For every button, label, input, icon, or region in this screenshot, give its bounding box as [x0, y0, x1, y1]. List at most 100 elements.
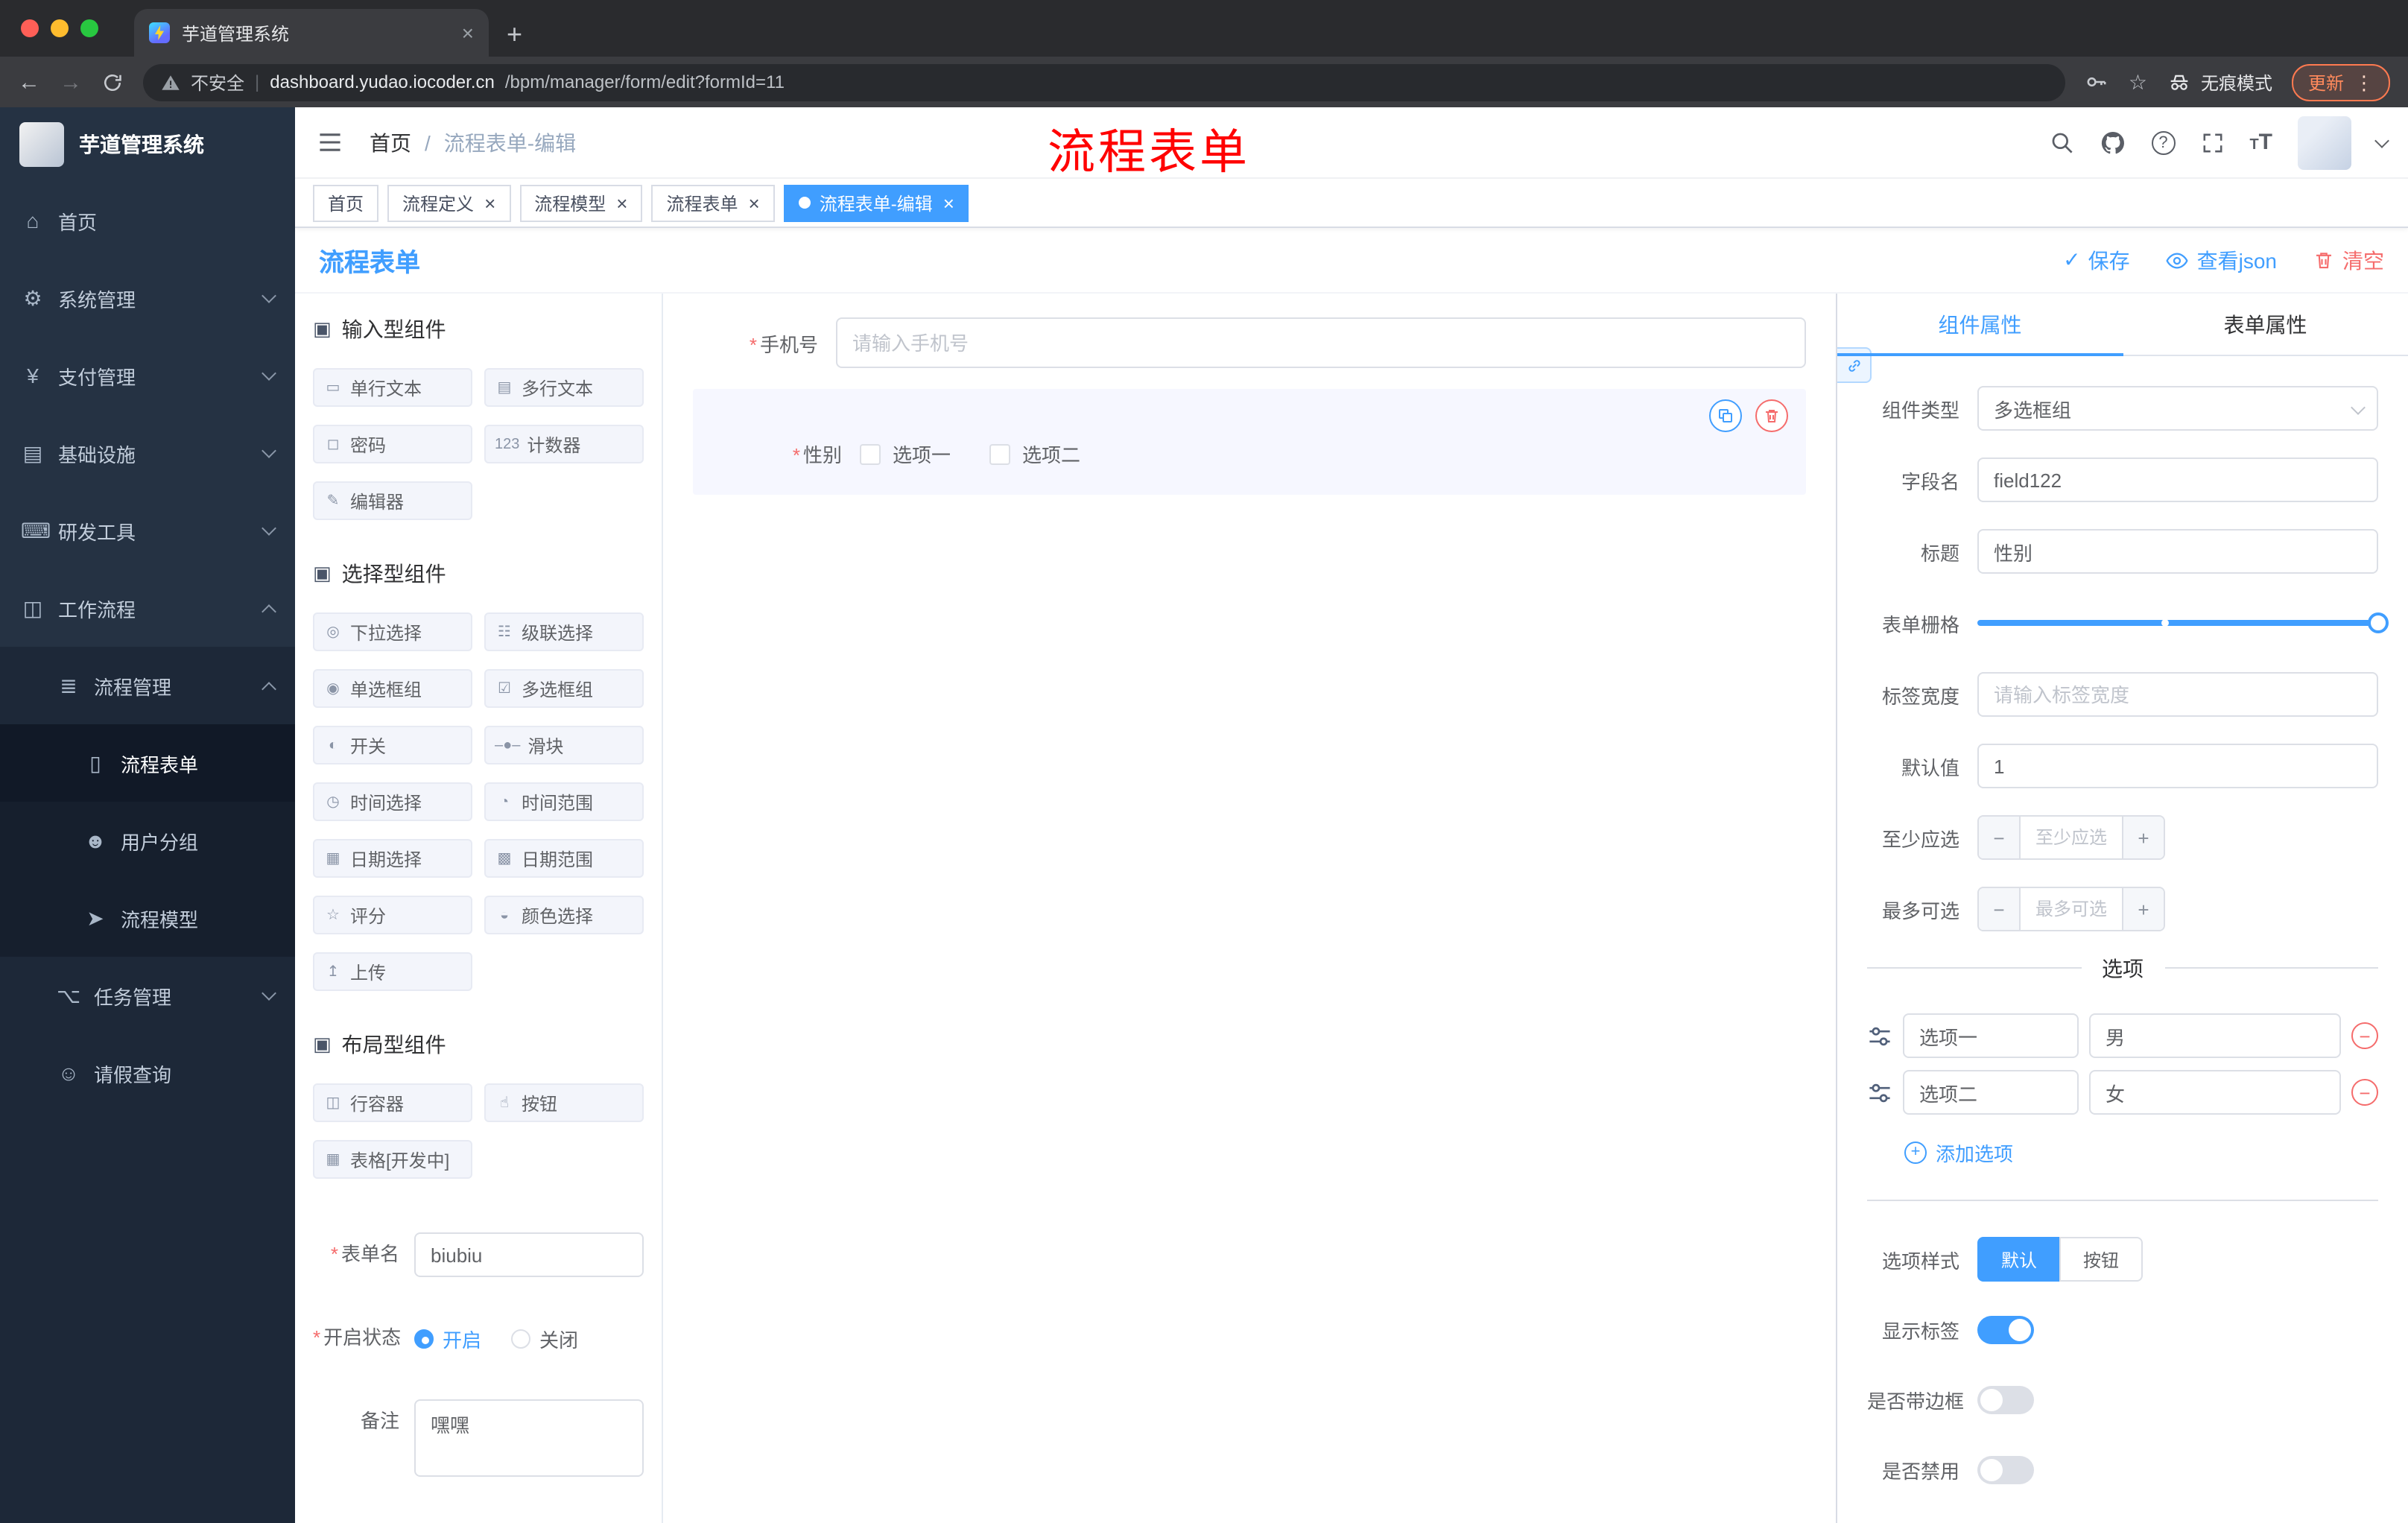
min-select-input[interactable] — [2021, 817, 2122, 858]
option2-value-input[interactable] — [2089, 1070, 2341, 1115]
new-tab-button[interactable]: + — [507, 21, 522, 48]
pill-radio-group[interactable]: ◉ 单选框组 — [313, 669, 472, 708]
pill-date-range[interactable]: ▩ 日期范围 — [484, 839, 644, 878]
form-name-input[interactable] — [414, 1232, 644, 1277]
grid-slider[interactable] — [1977, 612, 2389, 633]
selected-widget-gender[interactable]: * 性别 选项一 选项二 — [693, 389, 1806, 495]
decrease-button[interactable]: − — [1979, 817, 2021, 858]
sidebar-item-process-form[interactable]: ▯ 流程表单 — [0, 724, 295, 802]
field-name-input[interactable] — [1977, 457, 2378, 502]
window-zoom-button[interactable] — [80, 19, 98, 37]
phone-field-row[interactable]: * 手机号 — [693, 317, 1806, 368]
pill-color-picker[interactable]: ◒ 颜色选择 — [484, 896, 644, 934]
security-warning-icon[interactable] — [161, 72, 180, 92]
breadcrumb-home[interactable]: 首页 — [370, 127, 411, 157]
hamburger-icon[interactable] — [317, 130, 343, 155]
delete-widget-button[interactable] — [1755, 399, 1788, 432]
sidebar-item-process-model[interactable]: ➤ 流程模型 — [0, 879, 295, 957]
save-button[interactable]: ✓ 保存 — [2063, 245, 2129, 275]
pill-cascader[interactable]: ☷ 级联选择 — [484, 612, 644, 651]
title-input[interactable] — [1977, 529, 2378, 574]
border-switch[interactable] — [1977, 1385, 2034, 1413]
bookmark-star-icon[interactable]: ☆ — [2129, 69, 2147, 95]
show-label-switch[interactable] — [1977, 1315, 2034, 1343]
sidebar-item-workflow[interactable]: ◫ 工作流程 — [0, 569, 295, 647]
tag-process-model[interactable]: 流程模型 × — [519, 184, 643, 221]
security-label[interactable]: 不安全 — [191, 69, 244, 95]
fullscreen-icon[interactable] — [2200, 130, 2224, 154]
pill-date-picker[interactable]: ▦ 日期选择 — [313, 839, 472, 878]
label-width-input[interactable] — [1977, 672, 2378, 717]
pill-upload[interactable]: ↥ 上传 — [313, 952, 472, 991]
pill-checkbox-group[interactable]: ☑ 多选框组 — [484, 669, 644, 708]
increase-button[interactable]: + — [2122, 888, 2164, 930]
gender-option2-checkbox[interactable]: 选项二 — [989, 440, 1080, 468]
sidebar-item-payment[interactable]: ¥ 支付管理 — [0, 337, 295, 414]
slider-handle[interactable] — [2368, 612, 2389, 633]
tag-close-icon[interactable]: × — [943, 193, 954, 212]
browser-menu-icon[interactable]: ⋮ — [2354, 72, 2374, 92]
pill-password[interactable]: ◻ 密码 — [313, 425, 472, 463]
form-canvas[interactable]: * 手机号 请输入手机号 * 性别 选项一 选项二 — [663, 294, 1836, 1523]
tab-close-icon[interactable]: × — [462, 22, 474, 43]
sidebar-item-infrastructure[interactable]: ▤ 基础设施 — [0, 414, 295, 492]
help-icon[interactable]: ? — [2151, 130, 2176, 154]
search-icon[interactable] — [2048, 130, 2073, 155]
sidebar-item-user-group[interactable]: ☻ 用户分组 — [0, 802, 295, 879]
component-type-select[interactable] — [1977, 386, 2378, 431]
decrease-button[interactable]: − — [1979, 888, 2021, 930]
status-off-radio[interactable]: 关闭 — [511, 1324, 578, 1352]
pill-counter[interactable]: 123 计数器 — [484, 425, 644, 463]
add-option-button[interactable]: + 添加选项 — [1904, 1139, 2013, 1167]
phone-input[interactable] — [836, 317, 1806, 368]
browser-update-button[interactable]: 更新 ⋮ — [2291, 63, 2390, 101]
pill-rate[interactable]: ☆ 评分 — [313, 896, 472, 934]
drag-handle-icon[interactable] — [1867, 1023, 1892, 1048]
forward-icon[interactable]: → — [60, 71, 82, 93]
clear-button[interactable]: 清空 — [2313, 245, 2384, 275]
browser-tab[interactable]: 芋道管理系统 × — [134, 9, 489, 57]
font-size-icon[interactable]: TT — [2249, 130, 2272, 155]
sidebar-item-devtools[interactable]: ⌨ 研发工具 — [0, 492, 295, 569]
copy-widget-button[interactable] — [1709, 399, 1742, 432]
remove-option-icon[interactable]: − — [2351, 1022, 2378, 1049]
pill-slider[interactable]: –●– 滑块 — [484, 726, 644, 764]
pill-time-range[interactable]: ◔ 时间范围 — [484, 782, 644, 821]
github-icon[interactable] — [2099, 129, 2126, 156]
disabled-switch[interactable] — [1977, 1455, 2034, 1484]
drag-handle-icon[interactable] — [1867, 1080, 1892, 1105]
sidebar-item-process-manage[interactable]: ≣ 流程管理 — [0, 647, 295, 724]
option2-name-input[interactable] — [1903, 1070, 2079, 1115]
increase-button[interactable]: + — [2122, 817, 2164, 858]
pill-table[interactable]: ▦ 表格[开发中] — [313, 1140, 472, 1179]
pill-select[interactable]: ◎ 下拉选择 — [313, 612, 472, 651]
pill-editor[interactable]: ✎ 编辑器 — [313, 481, 472, 520]
reload-icon[interactable] — [101, 71, 124, 93]
window-minimize-button[interactable] — [51, 19, 69, 37]
pill-row-container[interactable]: ◫ 行容器 — [313, 1083, 472, 1122]
view-json-button[interactable]: 查看json — [2166, 245, 2277, 275]
sidebar-item-leave-query[interactable]: ☺ 请假查询 — [0, 1034, 295, 1112]
tab-component-props[interactable]: 组件属性 — [1837, 294, 2123, 356]
window-close-button[interactable] — [21, 19, 39, 37]
address-bar[interactable]: 不安全 | dashboard.yudao.iocoder.cn /bpm/ma… — [143, 63, 2066, 101]
pill-time-picker[interactable]: ◷ 时间选择 — [313, 782, 472, 821]
pill-button[interactable]: ☝ 按钮 — [484, 1083, 644, 1122]
default-value-input[interactable] — [1977, 744, 2378, 788]
tag-home[interactable]: 首页 — [313, 184, 379, 221]
sidebar-logo[interactable]: 芋道管理系统 — [0, 107, 295, 182]
sidebar-item-task-manage[interactable]: ⌥ 任务管理 — [0, 957, 295, 1034]
tag-close-icon[interactable]: × — [749, 193, 760, 212]
tag-close-icon[interactable]: × — [484, 193, 495, 212]
sidebar-item-home[interactable]: ⌂ 首页 — [0, 182, 295, 259]
gender-option1-checkbox[interactable]: 选项一 — [860, 440, 951, 468]
max-select-input[interactable] — [2021, 888, 2122, 930]
tag-process-form-edit[interactable]: 流程表单-编辑 × — [783, 184, 969, 221]
pill-textarea[interactable]: ▤ 多行文本 — [484, 368, 644, 407]
status-on-radio[interactable]: 开启 — [414, 1324, 481, 1352]
sidebar-item-system[interactable]: ⚙ 系统管理 — [0, 259, 295, 337]
style-button-button[interactable]: 按钮 — [2059, 1237, 2144, 1282]
back-icon[interactable]: ← — [18, 71, 40, 93]
option1-name-input[interactable] — [1903, 1013, 2079, 1058]
style-default-button[interactable]: 默认 — [1977, 1237, 2062, 1282]
